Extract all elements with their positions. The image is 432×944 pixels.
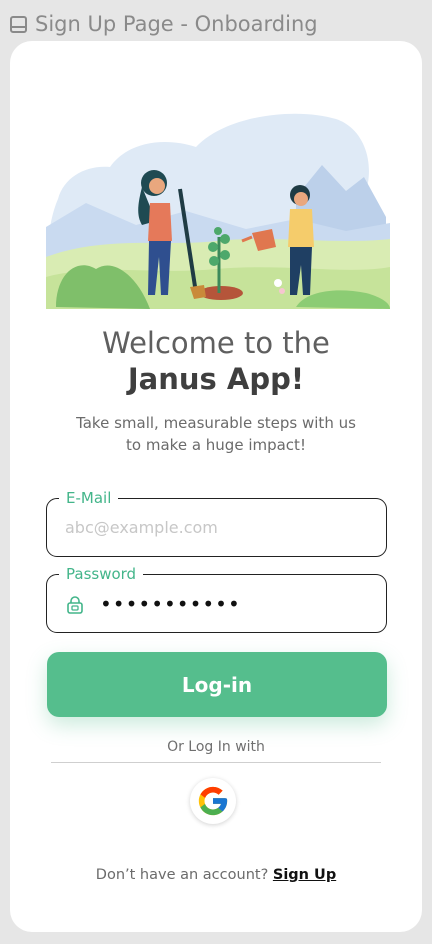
email-field[interactable]: E-Mail: [46, 488, 387, 557]
welcome-title-app-name: Janus App!: [127, 362, 305, 396]
subtitle-line1: Take small, measurable steps with us: [76, 414, 356, 432]
frame-icon: [10, 15, 27, 33]
frame-title: Sign Up Page - Onboarding: [35, 12, 318, 36]
password-label: Password: [59, 564, 144, 584]
signup-prompt: Don’t have an account? Sign Up: [10, 867, 422, 883]
subtitle-line2: to make a huge impact!: [126, 436, 306, 454]
google-login-button[interactable]: [190, 778, 236, 824]
subtitle: Take small, measurable steps with us to …: [10, 412, 422, 456]
signup-card: Welcome to the Janus App! Take small, me…: [10, 41, 422, 932]
frame-label: Sign Up Page - Onboarding: [10, 12, 318, 36]
password-field[interactable]: Password •••••••••••: [46, 564, 387, 633]
password-input[interactable]: •••••••••••: [100, 592, 241, 616]
hero-illustration: [46, 113, 390, 309]
signup-prompt-text: Don’t have an account?: [95, 867, 269, 883]
login-button[interactable]: Log-in: [47, 652, 387, 717]
welcome-title: Welcome to the Janus App!: [10, 325, 422, 397]
signup-link[interactable]: Sign Up: [273, 867, 336, 883]
email-input[interactable]: [65, 513, 365, 541]
google-icon: [198, 786, 228, 816]
welcome-title-line1: Welcome to the: [102, 326, 330, 360]
alt-login-label: Or Log In with: [167, 739, 265, 755]
divider: [51, 762, 381, 763]
email-label: E-Mail: [59, 488, 119, 508]
lock-icon: [67, 596, 83, 614]
